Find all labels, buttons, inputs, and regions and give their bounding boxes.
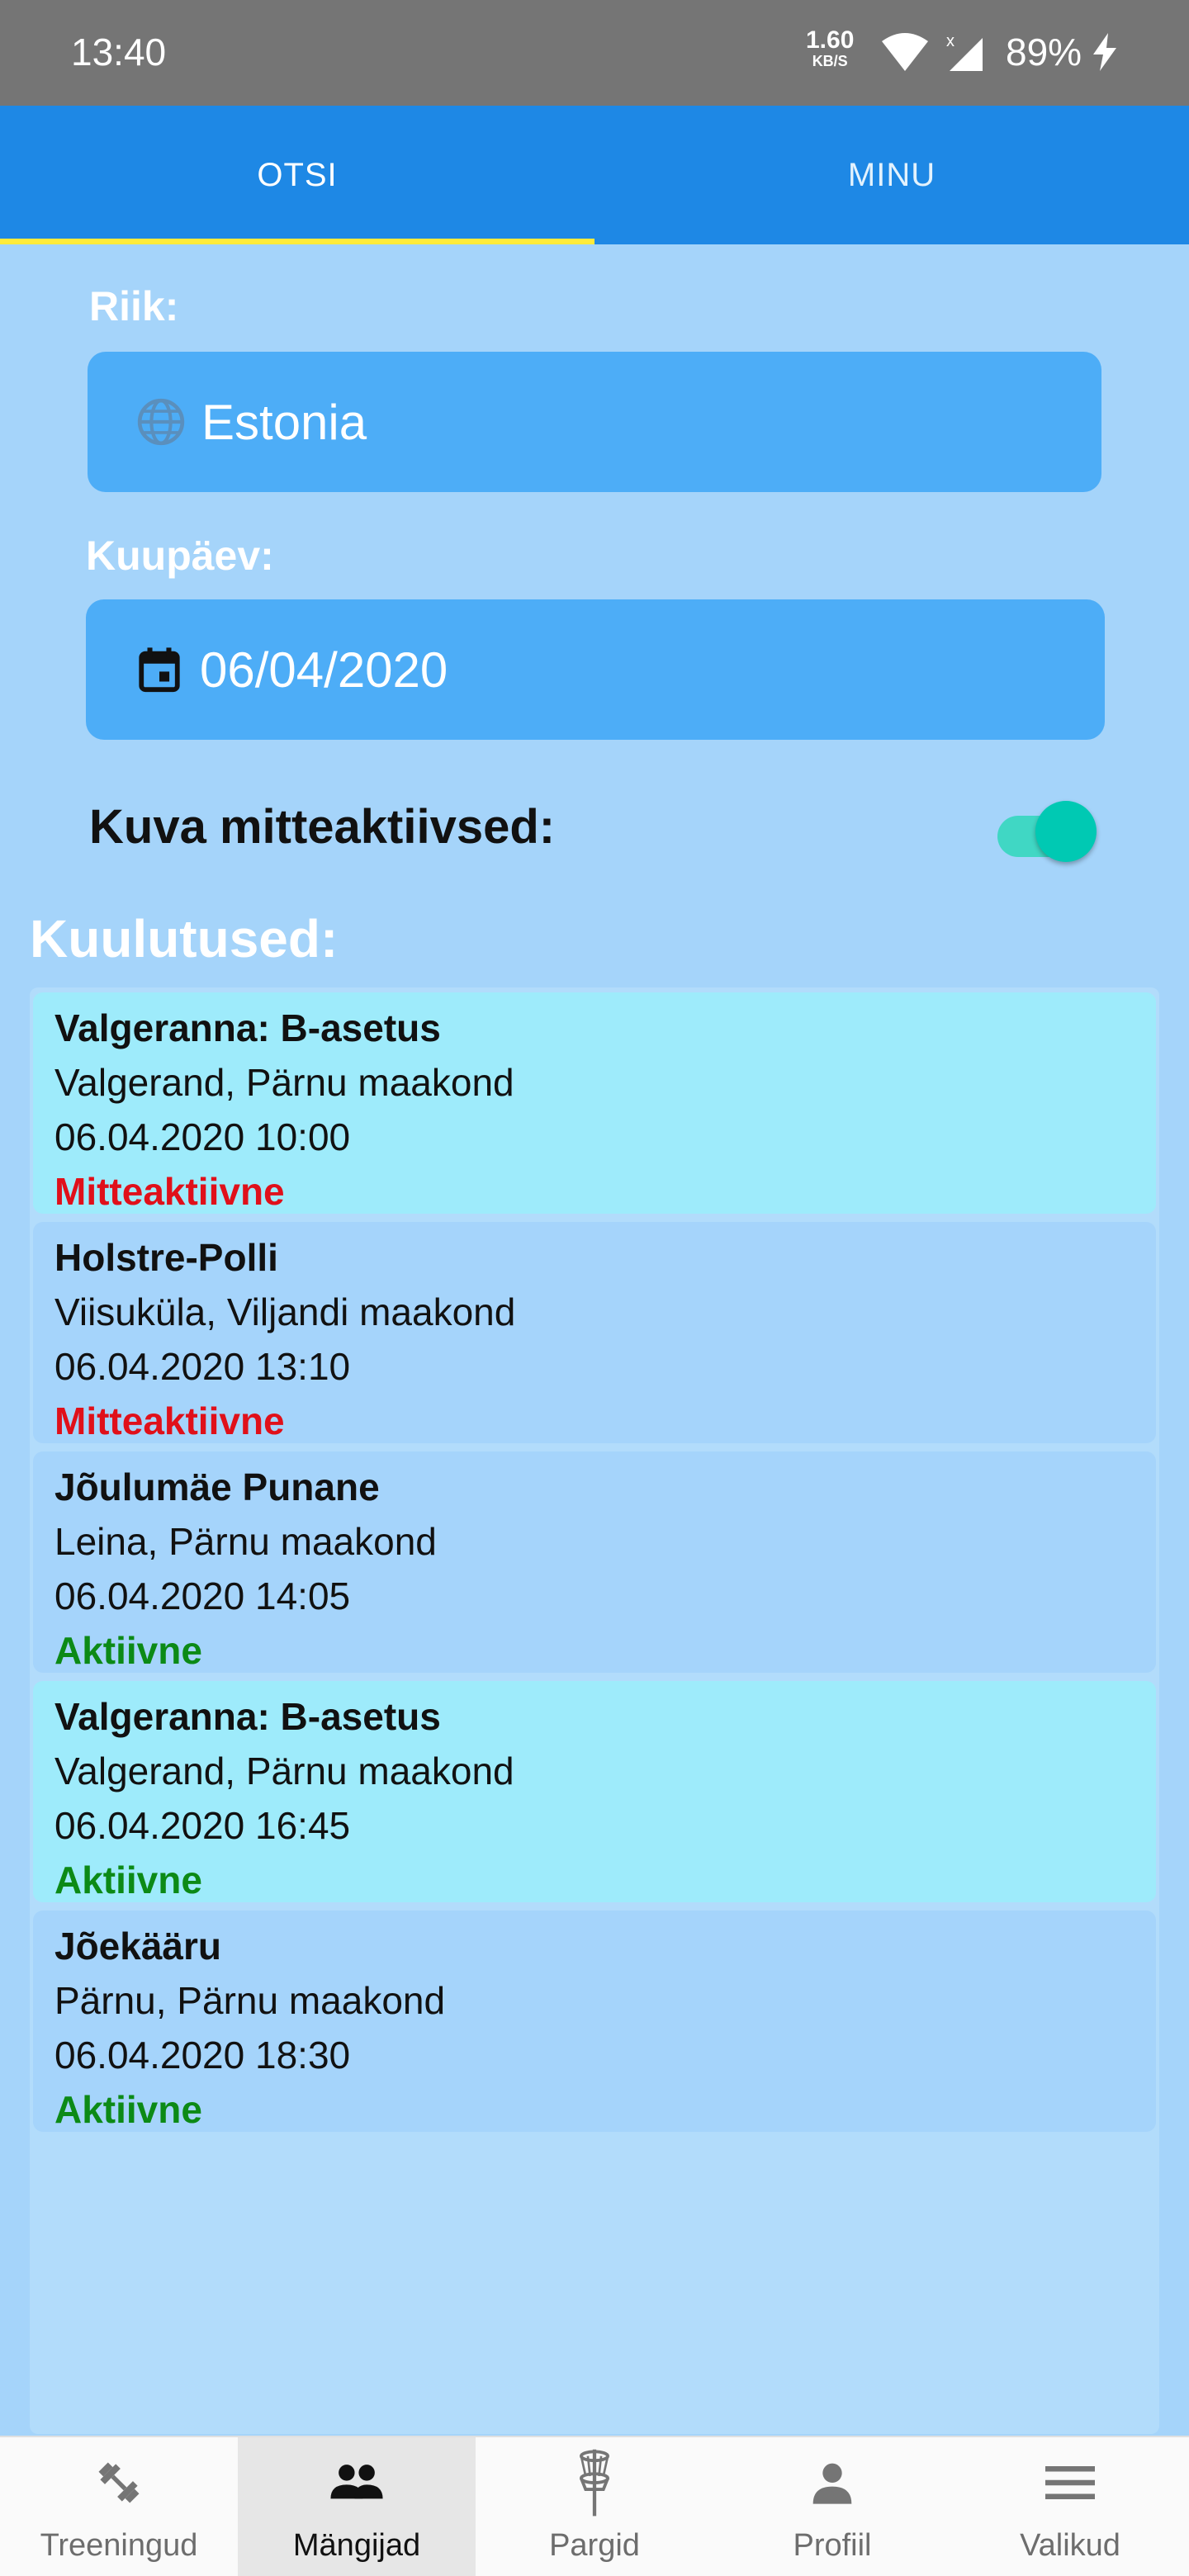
listings-title: Kuulutused:	[30, 909, 339, 968]
status-bar: 13:40 1.60 KB/S x 89%	[0, 0, 1189, 106]
listing-card[interactable]: Holstre-Polli Viisuküla, Viljandi maakon…	[33, 1222, 1156, 1443]
listing-datetime: 06.04.2020 13:10	[54, 1345, 351, 1388]
listing-card[interactable]: Jõekääru Pärnu, Pärnu maakond 06.04.2020…	[33, 1911, 1156, 2132]
nav-label-valikud: Valikud	[1020, 2528, 1120, 2563]
nav-label-profiil: Profiil	[793, 2528, 872, 2563]
date-value: 06/04/2020	[200, 642, 448, 698]
nav-label-treeningud: Treeningud	[40, 2528, 198, 2563]
calendar-icon	[132, 642, 187, 697]
listing-card[interactable]: Valgeranna: B-asetus Valgerand, Pärnu ma…	[33, 1681, 1156, 1902]
tab-minu-label: MINU	[847, 156, 936, 193]
listings-list[interactable]: Valgeranna: B-asetus Valgerand, Pärnu ma…	[30, 987, 1159, 2434]
nav-label-pargid: Pargid	[549, 2528, 640, 2563]
listing-title: Holstre-Polli	[54, 1236, 278, 1279]
network-speed: 1.60 KB/S	[806, 26, 855, 70]
people-icon	[329, 2454, 385, 2512]
listing-status: Mitteaktiivne	[54, 1170, 285, 1213]
toggle-knob	[1035, 801, 1097, 862]
listing-location: Valgerand, Pärnu maakond	[54, 1750, 514, 1792]
listing-card[interactable]: Valgeranna: B-asetus Valgerand, Pärnu ma…	[33, 992, 1156, 1214]
status-icons: x	[879, 30, 994, 80]
top-tabs: OTSI MINU	[0, 106, 1189, 244]
tab-otsi[interactable]: OTSI	[0, 106, 594, 244]
nav-item-pargid[interactable]: Pargid	[476, 2437, 713, 2576]
disc-golf-basket-icon	[576, 2449, 613, 2517]
listing-title: Jõulumäe Punane	[54, 1466, 380, 1508]
show-inactive-toggle[interactable]	[997, 798, 1097, 862]
country-select[interactable]: Estonia	[88, 352, 1101, 492]
date-label: Kuupäev:	[86, 533, 274, 579]
listing-status: Aktiivne	[54, 1859, 202, 1901]
listing-location: Pärnu, Pärnu maakond	[54, 1979, 446, 2022]
listing-title: Valgeranna: B-asetus	[54, 1695, 441, 1738]
bottom-navigation: Treeningud Mängijad Pargid Profiil Valik…	[0, 2436, 1189, 2576]
nav-item-mangijad[interactable]: Mängijad	[238, 2437, 476, 2576]
menu-icon	[1045, 2454, 1095, 2512]
listing-title: Valgeranna: B-asetus	[54, 1006, 441, 1049]
country-label: Riik:	[89, 283, 179, 329]
tab-otsi-label: OTSI	[257, 156, 338, 193]
date-picker[interactable]: 06/04/2020	[86, 599, 1105, 740]
listing-location: Leina, Pärnu maakond	[54, 1520, 437, 1563]
show-inactive-label: Kuva mitteaktiivsed:	[89, 800, 556, 854]
listing-datetime: 06.04.2020 10:00	[54, 1115, 351, 1158]
listing-status: Aktiivne	[54, 2088, 202, 2131]
country-value: Estonia	[201, 394, 367, 450]
svg-text:x: x	[946, 32, 955, 50]
person-icon	[809, 2454, 855, 2512]
listing-datetime: 06.04.2020 18:30	[54, 2034, 351, 2076]
status-time: 13:40	[71, 31, 167, 73]
nav-label-mangijad: Mängijad	[292, 2528, 421, 2563]
dumbbell-icon	[92, 2454, 145, 2512]
listing-datetime: 06.04.2020 16:45	[54, 1804, 351, 1847]
battery-level: 89%	[1006, 31, 1082, 73]
show-inactive-row: Kuva mitteaktiivsed:	[89, 793, 1097, 867]
signal-icon: x	[946, 32, 983, 71]
nav-item-profiil[interactable]: Profiil	[713, 2437, 951, 2576]
listing-status: Mitteaktiivne	[54, 1399, 285, 1442]
listing-location: Valgerand, Pärnu maakond	[54, 1061, 514, 1104]
listing-title: Jõekääru	[54, 1925, 222, 1968]
listing-datetime: 06.04.2020 14:05	[54, 1574, 351, 1617]
listing-status: Aktiivne	[54, 1629, 202, 1672]
listing-location: Viisuküla, Viljandi maakond	[54, 1290, 516, 1333]
nav-item-treeningud[interactable]: Treeningud	[0, 2437, 238, 2576]
network-speed-value: 1.60	[806, 26, 855, 54]
globe-icon	[134, 395, 188, 449]
nav-item-valikud[interactable]: Valikud	[951, 2437, 1189, 2576]
network-speed-unit: KB/S	[812, 53, 848, 69]
listing-card[interactable]: Jõulumäe Punane Leina, Pärnu maakond 06.…	[33, 1451, 1156, 1673]
tab-minu[interactable]: MINU	[594, 106, 1189, 244]
charging-icon	[1092, 33, 1118, 75]
wifi-icon	[882, 33, 928, 71]
